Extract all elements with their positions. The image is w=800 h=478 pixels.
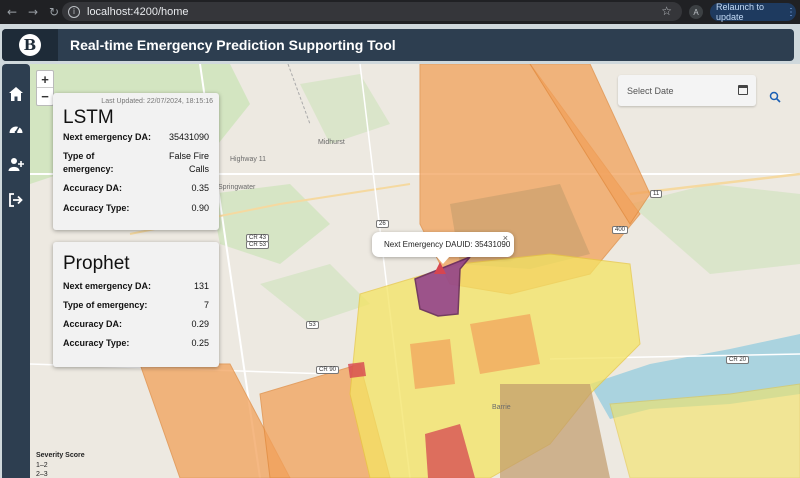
road-shield-cr20: CR 20 (726, 356, 750, 364)
row-label: Next emergency DA: (63, 281, 152, 291)
row-value: 0.90 (191, 203, 209, 213)
row-label: Next emergency DA: (63, 132, 152, 142)
profile-avatar[interactable]: A (689, 5, 703, 19)
map-label-highway11: Highway 11 (230, 156, 267, 163)
row-label: Accuracy Type: (63, 338, 130, 348)
popup-text: Next Emergency DAUID: 35431090 (384, 240, 511, 249)
app-title: Real-time Emergency Prediction Supportin… (70, 37, 396, 53)
road-shield-cr90: CR 90 (316, 366, 340, 374)
prophet-row-accuracy-da: Accuracy DA: 0.29 (63, 319, 209, 329)
zoom-out-button[interactable]: − (37, 88, 53, 105)
road-shield-11: 11 (650, 190, 663, 198)
logout-icon[interactable] (8, 192, 24, 208)
lstm-row-accuracy-da: Accuracy DA: 0.35 (63, 183, 209, 193)
date-placeholder: Select Date (627, 86, 674, 96)
popup-tip (436, 256, 450, 264)
row-value: 131 (193, 281, 209, 291)
row-value: 7 (203, 300, 209, 310)
row-value: 0.29 (191, 319, 209, 329)
road-shield-400: 400 (612, 226, 629, 234)
legend-title: Severity Score (36, 452, 85, 459)
browser-toolbar: ← → ↻ i localhost:4200/home ☆ A Relaunch… (0, 0, 800, 24)
row-label: Type of emergency: (63, 300, 148, 310)
calendar-icon[interactable] (738, 85, 748, 95)
add-user-icon[interactable] (8, 156, 24, 172)
search-icon[interactable] (769, 91, 781, 103)
home-icon[interactable] (8, 86, 24, 102)
map-popup: Next Emergency DAUID: 35431090 × (372, 232, 514, 257)
url-text: localhost:4200/home (87, 5, 189, 18)
prophet-row-type: Type of emergency: 7 (63, 300, 209, 310)
back-icon[interactable]: ← (3, 3, 21, 21)
forward-icon[interactable]: → (24, 3, 42, 21)
road-shield-53: 53 (306, 321, 319, 329)
legend-item: 1–2 (36, 462, 48, 469)
lstm-title: LSTM (63, 107, 114, 128)
site-info-icon[interactable]: i (68, 5, 80, 18)
row-label: Accuracy DA: (63, 183, 123, 193)
reload-icon[interactable]: ↻ (45, 3, 63, 21)
date-picker[interactable]: Select Date (618, 75, 756, 106)
map-label-barrie: Barrie (492, 404, 511, 411)
lstm-row-next-da: Next emergency DA: 35431090 (63, 132, 209, 142)
prophet-row-accuracy-type: Accuracy Type: 0.25 (63, 338, 209, 348)
address-bar[interactable]: i localhost:4200/home ☆ (62, 2, 682, 21)
popup-close-button[interactable]: × (503, 233, 508, 243)
dashboard-gauge-icon[interactable] (8, 121, 24, 137)
prophet-card: Prophet Next emergency DA: 131 Type of e… (53, 242, 219, 367)
row-value: 35431090 (168, 132, 209, 142)
lstm-row-accuracy-type: Accuracy Type: 0.90 (63, 203, 209, 213)
row-value: 0.35 (191, 183, 209, 193)
map-label-springwater: Springwater (218, 184, 256, 191)
zoom-control: + − (36, 70, 54, 106)
row-label: Accuracy Type: (63, 203, 130, 213)
last-updated: Last Updated: 22/07/2024, 18:15:16 (101, 98, 213, 105)
app-logo: B (19, 34, 41, 56)
bookmark-star-icon[interactable]: ☆ (661, 4, 672, 18)
side-nav (2, 64, 30, 478)
lstm-row-type: Type of emergency: False Fire Calls (63, 150, 209, 176)
legend-item: 2–3 (36, 471, 48, 478)
row-value: False Fire Calls (168, 151, 209, 174)
map-label-midhurst: Midhurst (318, 139, 345, 146)
relaunch-label: Relaunch to update (716, 2, 765, 22)
lstm-card: Last Updated: 22/07/2024, 18:15:16 LSTM … (53, 93, 219, 230)
prophet-title: Prophet (63, 253, 130, 274)
prophet-row-next-da: Next emergency DA: 131 (63, 281, 209, 291)
row-label: Type of emergency: (63, 151, 114, 174)
more-icon: ⋮ (786, 6, 796, 18)
row-value: 0.25 (191, 338, 209, 348)
row-label: Accuracy DA: (63, 319, 123, 329)
zoom-in-button[interactable]: + (37, 71, 53, 88)
logo-container: B (2, 29, 58, 61)
app-header: B Real-time Emergency Prediction Support… (2, 29, 794, 61)
road-shield-cr53: CR 53 (246, 241, 270, 249)
relaunch-button[interactable]: Relaunch to update ⋮ (710, 2, 796, 22)
road-shield-26: 26 (376, 220, 389, 228)
